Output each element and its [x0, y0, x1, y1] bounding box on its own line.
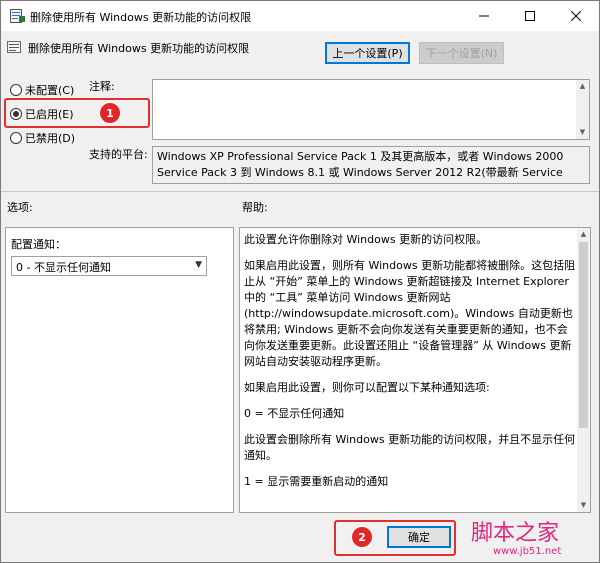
comment-label: 注释:	[89, 80, 115, 93]
platform-label: 支持的平台:	[89, 148, 148, 161]
radio-not-configured[interactable]: 未配置(C)	[10, 82, 74, 98]
comment-textarea[interactable]: ▲ ▼	[152, 79, 590, 140]
policy-app-icon	[10, 9, 25, 23]
comment-scrollbar[interactable]: ▲ ▼	[576, 80, 589, 139]
help-paragraph: 如果启用此设置，则你可以配置以下某种通知选项:	[244, 381, 490, 394]
help-text: 此设置允许你删除对 Windows 更新的访问权限。 如果启用此设置，则所有 W…	[244, 232, 577, 500]
next-setting-button[interactable]: 下一个设置(N)	[419, 42, 504, 64]
previous-setting-button[interactable]: 上一个设置(P)	[325, 42, 410, 64]
minimize-icon	[479, 15, 489, 17]
setting-header: 删除使用所有 Windows 更新功能的访问权限	[1, 31, 599, 75]
platform-text: Windows XP Professional Service Pack 1 及…	[152, 146, 590, 184]
help-paragraph: 1 = 显示需要重新启动的通知	[244, 475, 389, 488]
radio-label: 已禁用(D)	[25, 132, 76, 145]
scroll-down-icon[interactable]: ▼	[579, 501, 588, 510]
radio-disabled[interactable]: 已禁用(D)	[10, 130, 75, 146]
help-paragraph: 如果启用此设置，则所有 Windows 更新功能都将被删除。这包括阻止从 “开始…	[244, 259, 576, 368]
scroll-down-icon[interactable]: ▼	[578, 128, 587, 137]
help-section-label: 帮助:	[242, 201, 268, 214]
scroll-up-icon[interactable]: ▲	[579, 230, 588, 239]
options-panel: 配置通知： 0 - 不显示任何通知 ▼	[5, 227, 234, 513]
chevron-down-icon: ▼	[195, 260, 202, 270]
annotation-badge: 1	[99, 102, 121, 124]
window-title: 删除使用所有 Windows 更新功能的访问权限	[30, 11, 252, 24]
help-paragraph: 此设置允许你删除对 Windows 更新的访问权限。	[244, 233, 488, 246]
minimize-button[interactable]	[461, 1, 507, 31]
close-button[interactable]	[553, 1, 599, 31]
radio-label: 未配置(C)	[25, 84, 75, 97]
notification-config-label: 配置通知：	[11, 238, 66, 251]
platform-value: Windows XP Professional Service Pack 1 及…	[157, 150, 564, 183]
annotation-highlight-enabled	[4, 98, 150, 128]
scroll-up-icon[interactable]: ▲	[578, 82, 587, 91]
notification-config-select[interactable]: 0 - 不显示任何通知 ▼	[11, 256, 207, 276]
title-bar[interactable]: 删除使用所有 Windows 更新功能的访问权限	[1, 1, 599, 31]
help-scrollbar[interactable]: ▲ ▼	[577, 228, 590, 512]
scroll-thumb[interactable]	[579, 242, 588, 428]
policy-setting-window: 删除使用所有 Windows 更新功能的访问权限 删除使用所有 Windows …	[0, 0, 600, 563]
watermark-url: www.jb51.net	[493, 546, 562, 557]
setting-icon	[7, 41, 21, 53]
annotation-badge: 2	[351, 526, 373, 548]
help-paragraph: 0 = 不显示任何通知	[244, 407, 345, 420]
maximize-button[interactable]	[507, 1, 553, 31]
notification-config-value: 0 - 不显示任何通知	[16, 261, 111, 274]
maximize-icon	[525, 11, 535, 21]
section-divider	[1, 191, 599, 192]
watermark-brand: 脚本之家	[471, 521, 560, 546]
help-panel: 此设置允许你删除对 Windows 更新的访问权限。 如果启用此设置，则所有 W…	[239, 227, 591, 513]
radio-circle[interactable]	[10, 132, 22, 144]
help-paragraph: 此设置会删除所有 Windows 更新功能的访问权限，并且不显示任何通知。	[244, 433, 576, 462]
close-icon	[571, 11, 581, 21]
options-section-label: 选项:	[7, 201, 33, 214]
setting-title: 删除使用所有 Windows 更新功能的访问权限	[28, 42, 250, 55]
radio-circle[interactable]	[10, 84, 22, 96]
